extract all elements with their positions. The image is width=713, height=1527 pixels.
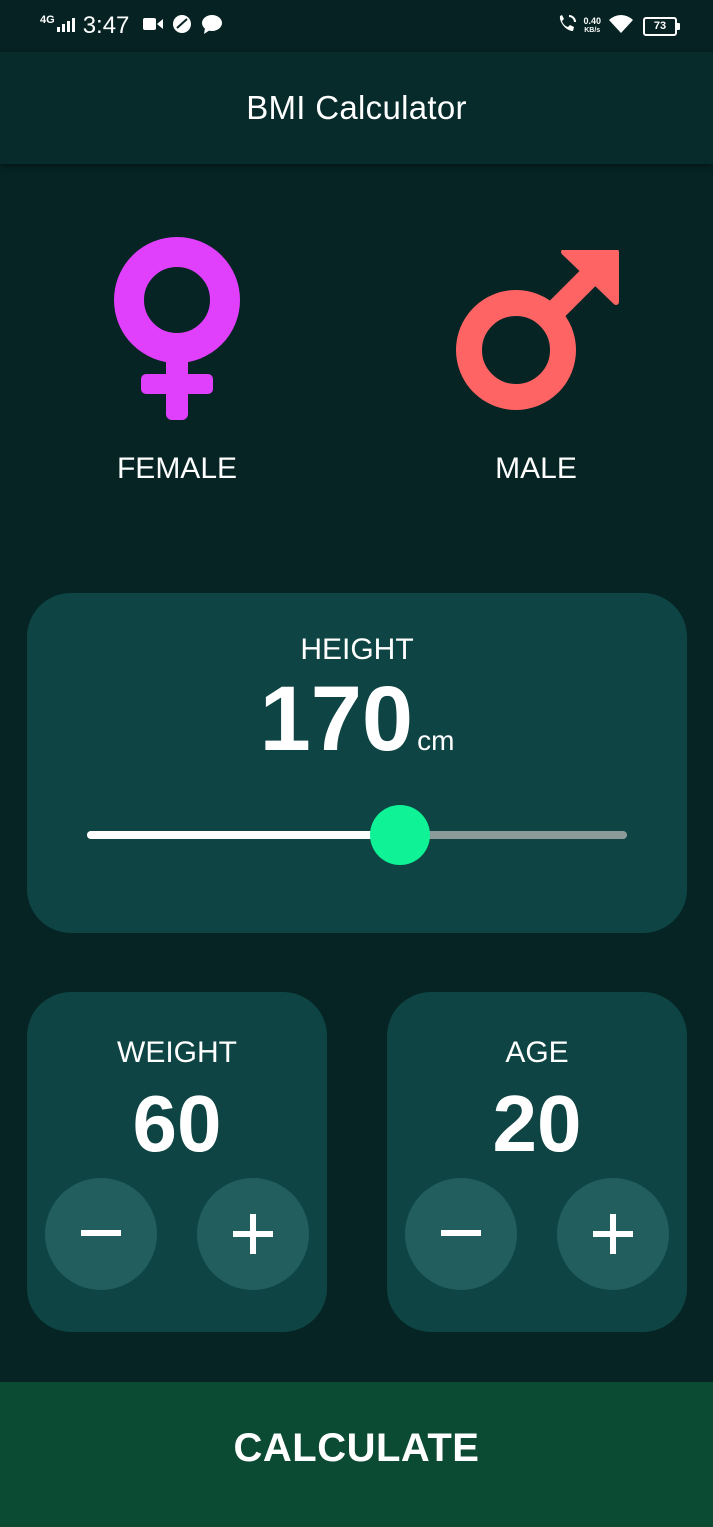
male-card[interactable]: MALE: [386, 200, 686, 540]
age-increment-button[interactable]: [557, 1178, 669, 1290]
video-icon: [143, 17, 164, 36]
network-speed: 0.40 KB/s: [583, 17, 601, 35]
speed-unit: KB/s: [584, 27, 601, 34]
female-label: FEMALE: [116, 452, 238, 485]
status-left: 4G 3:47: [40, 10, 232, 42]
wifi-call-icon: [557, 14, 577, 39]
page-title: BMI Calculator: [246, 89, 467, 126]
app-bar: BMI Calculator: [0, 52, 713, 164]
battery-level: 73: [653, 20, 667, 32]
height-value: 170: [259, 668, 414, 770]
minus-icon: [441, 1230, 481, 1236]
weight-increment-button[interactable]: [197, 1178, 309, 1290]
plus-icon: [233, 1214, 273, 1254]
age-value: 20: [492, 1079, 582, 1168]
height-unit: cm: [417, 725, 455, 756]
height-card: HEIGHT 170 cm: [27, 593, 687, 933]
wifi-icon: [609, 14, 633, 38]
female-card[interactable]: FEMALE: [27, 200, 327, 540]
slider-thumb[interactable]: [370, 805, 431, 865]
plus-icon: [593, 1214, 633, 1254]
chat-bubble-icon: [201, 14, 223, 39]
signal-icon: [56, 16, 75, 37]
calculate-button[interactable]: CALCULATE: [0, 1382, 713, 1527]
height-slider[interactable]: [87, 805, 627, 865]
leaf-icon: [172, 14, 192, 39]
slider-fill: [87, 831, 401, 839]
age-label: AGE: [505, 1036, 569, 1069]
network-type: 4G: [40, 14, 55, 26]
weight-label: WEIGHT: [117, 1036, 237, 1069]
height-value-row: 170 cm: [27, 673, 687, 765]
female-symbol-icon: [113, 236, 241, 425]
minus-icon: [81, 1230, 121, 1236]
battery-icon: 73: [643, 16, 680, 36]
status-bar: 4G 3:47 0.40 KB/s 73: [0, 0, 713, 52]
status-time: 3:47: [82, 12, 130, 39]
height-label: HEIGHT: [300, 633, 414, 666]
weight-decrement-button[interactable]: [45, 1178, 157, 1290]
age-decrement-button[interactable]: [405, 1178, 517, 1290]
age-card: AGE 20: [387, 992, 687, 1332]
male-label: MALE: [495, 452, 577, 485]
calculate-label: CALCULATE: [233, 1426, 480, 1470]
male-symbol-icon: [456, 249, 620, 419]
weight-card: WEIGHT 60: [27, 992, 327, 1332]
status-right: 0.40 KB/s 73: [557, 10, 680, 42]
weight-value: 60: [132, 1079, 222, 1168]
speed-value: 0.40: [583, 16, 601, 26]
